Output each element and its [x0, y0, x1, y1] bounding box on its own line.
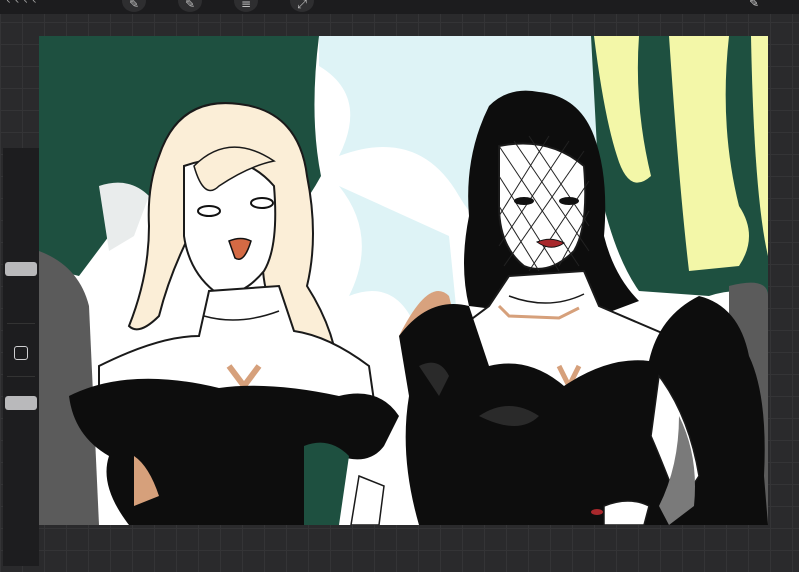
- brush-size-slider[interactable]: [3, 148, 39, 318]
- gallery-nav-text[interactable]: ‹ ‹ ‹ ‹: [6, 0, 37, 7]
- opacity-handle[interactable]: [5, 396, 37, 410]
- artwork: [39, 36, 768, 525]
- top-toolbar: ‹ ‹ ‹ ‹ ✎ ✎ ≡ ⤢ ✎: [0, 0, 799, 14]
- opacity-slider[interactable]: [3, 382, 39, 566]
- brush-icon[interactable]: ✎: [122, 0, 146, 12]
- hand-right: [603, 500, 650, 525]
- sidebar-divider: [7, 323, 35, 324]
- color-icon[interactable]: ✎: [749, 0, 759, 10]
- side-toolbar: [3, 148, 39, 566]
- ring-red: [591, 509, 603, 515]
- brush-size-handle[interactable]: [5, 262, 37, 276]
- smudge-icon[interactable]: ✎: [178, 0, 202, 12]
- square-icon[interactable]: [14, 346, 28, 360]
- eye-left: [250, 197, 274, 209]
- drawing-canvas[interactable]: [39, 36, 768, 525]
- eye-right: [559, 197, 579, 205]
- layers-icon[interactable]: ⤢: [290, 0, 314, 12]
- sidebar-divider: [7, 376, 35, 377]
- eye-right: [514, 197, 534, 205]
- eraser-icon[interactable]: ≡: [234, 0, 258, 12]
- eye-left: [197, 205, 221, 217]
